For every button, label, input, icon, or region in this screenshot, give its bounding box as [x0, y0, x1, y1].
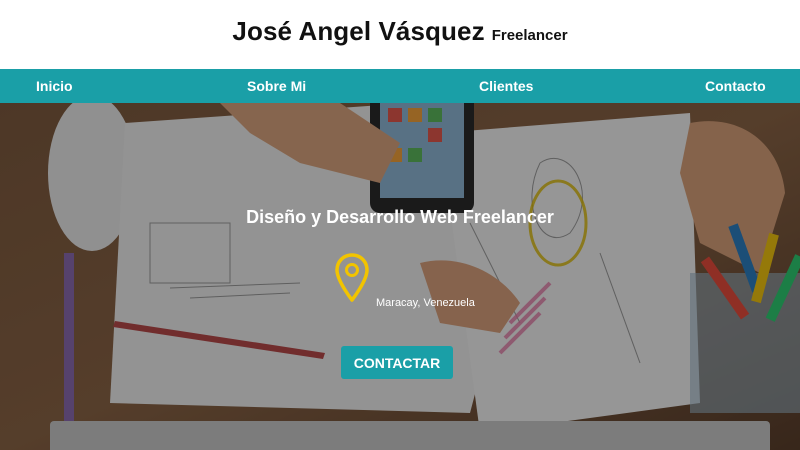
hero-overlay — [0, 103, 800, 450]
nav-item-clientes[interactable]: Clientes — [479, 69, 533, 103]
brand-name: José Angel Vásquez — [232, 16, 485, 46]
nav-item-contacto[interactable]: Contacto — [705, 69, 766, 103]
brand-role: Freelancer — [491, 27, 568, 44]
hero-section: Diseño y Desarrollo Web Freelancer Marac… — [0, 103, 800, 450]
site-header: José Angel Vásquez Freelancer — [0, 0, 800, 69]
main-nav: Inicio Sobre Mi Clientes Contacto — [0, 69, 800, 103]
brand: José Angel Vásquez Freelancer — [232, 16, 567, 47]
nav-item-sobre-mi[interactable]: Sobre Mi — [247, 69, 306, 103]
page: José Angel Vásquez Freelancer Inicio Sob… — [0, 0, 800, 450]
hero-title: Diseño y Desarrollo Web Freelancer — [246, 207, 554, 228]
contactar-button[interactable]: CONTACTAR — [341, 346, 453, 379]
map-pin-icon — [335, 253, 369, 302]
nav-item-inicio[interactable]: Inicio — [36, 69, 73, 103]
location-text: Maracay, Venezuela — [376, 297, 475, 309]
